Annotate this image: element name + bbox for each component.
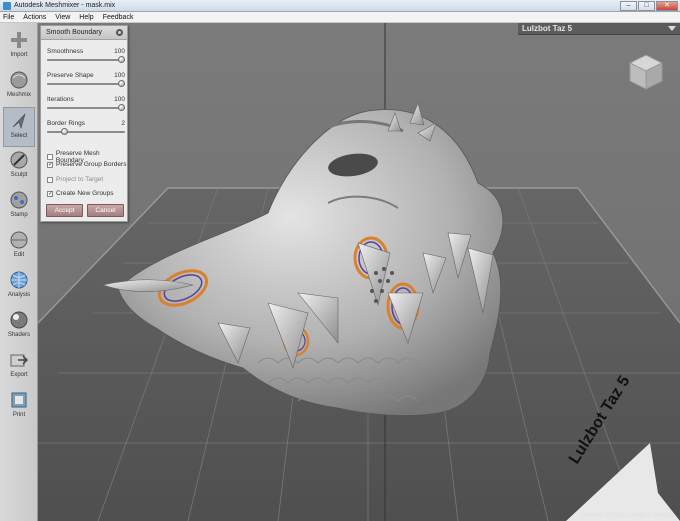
slider-value: 100 (114, 72, 125, 79)
slider-track[interactable] (47, 59, 125, 61)
left-toolbar: Import Meshmix Select Sculpt Stamp Edit … (0, 23, 38, 521)
slider-value: 100 (114, 48, 125, 55)
edit-sphere-icon (10, 231, 28, 249)
gear-icon[interactable] (116, 29, 123, 36)
checkbox-label: Create New Groups (56, 190, 114, 197)
checkbox-label: Project to Target (56, 176, 104, 183)
print-icon (11, 392, 27, 408)
tool-print[interactable]: Print (3, 387, 35, 427)
tool-analysis[interactable]: Analysis (3, 267, 35, 307)
tool-label: Meshmix (6, 92, 31, 98)
close-button[interactable]: ✕ (656, 1, 678, 11)
view-cube[interactable] (628, 54, 664, 90)
slider-track[interactable] (47, 83, 125, 85)
checkbox-box[interactable] (47, 154, 53, 160)
mesh-stats: vertices: 197020 triangles: 394036 (582, 513, 674, 519)
printer-selector[interactable]: Lulzbot Taz 5 (518, 23, 680, 35)
brush-icon (10, 151, 28, 169)
analysis-globe-icon (10, 271, 28, 289)
slider-label: Smoothness (47, 48, 84, 55)
checkbox-box[interactable]: ✓ (47, 161, 53, 168)
slider-knob[interactable] (118, 104, 125, 111)
slider-border-rings: Border Rings 2 (47, 120, 125, 135)
printer-name: Lulzbot Taz 5 (522, 24, 573, 33)
slider-iterations: Iterations 100 (47, 96, 125, 111)
meshmix-sphere-icon (10, 71, 28, 89)
slider-value: 2 (121, 120, 125, 127)
checkbox-label: Preserve Group Borders (56, 161, 127, 168)
slider-track[interactable] (47, 107, 125, 109)
title-bar: Autodesk Meshmixer - mask.mix – □ ✕ (0, 0, 680, 12)
tool-label: Shaders (7, 332, 31, 338)
window-title: Autodesk Meshmixer - mask.mix (14, 2, 116, 9)
tool-meshmix[interactable]: Meshmix (3, 67, 35, 107)
stamp-icon (10, 191, 28, 209)
slider-smoothness: Smoothness 100 (47, 48, 125, 63)
export-icon (10, 354, 29, 367)
tool-label: Stamp (10, 212, 28, 218)
panel-header: Smooth Boundary (41, 26, 127, 40)
checkbox-create-new-groups[interactable]: ✓ Create New Groups (47, 190, 113, 197)
slider-label: Border Rings (47, 120, 85, 127)
smooth-boundary-panel: Smooth Boundary Smoothness 100 Preserve … (40, 25, 128, 222)
slider-label: Preserve Shape (47, 72, 94, 79)
checkbox-box[interactable]: ✓ (47, 190, 53, 197)
plus-icon (11, 32, 27, 48)
tool-edit[interactable]: Edit (3, 227, 35, 267)
tool-shaders[interactable]: Shaders (3, 307, 35, 347)
shader-sphere-icon (10, 311, 28, 329)
maximize-button[interactable]: □ (638, 1, 655, 11)
slider-track[interactable] (47, 131, 125, 133)
checkbox-box[interactable] (47, 176, 53, 183)
tool-label: Import (10, 52, 28, 58)
checkbox-project-to-target[interactable]: Project to Target (47, 176, 103, 183)
menu-actions[interactable]: Actions (23, 14, 46, 21)
slider-preserve-shape: Preserve Shape 100 (47, 72, 125, 87)
meshmixer-app-icon (3, 1, 11, 10)
menu-help[interactable]: Help (79, 14, 93, 21)
tool-label: Export (10, 372, 28, 378)
tool-select[interactable]: Select (3, 107, 35, 147)
accept-button[interactable]: Accept (46, 204, 83, 217)
panel-title: Smooth Boundary (46, 29, 103, 36)
tool-stamp[interactable]: Stamp (3, 187, 35, 227)
arrow-cursor-icon (12, 113, 26, 130)
minimize-button[interactable]: – (620, 1, 637, 11)
tool-label: Edit (13, 252, 25, 258)
menu-view[interactable]: View (55, 14, 70, 21)
cancel-button[interactable]: Cancel (87, 204, 124, 217)
menu-file[interactable]: File (3, 14, 14, 21)
tool-sculpt[interactable]: Sculpt (3, 147, 35, 187)
tool-label: Sculpt (10, 172, 28, 178)
menu-bar: File Actions View Help Feedback (0, 12, 680, 23)
dropdown-arrow-icon[interactable] (668, 26, 676, 31)
tool-label: Select (10, 133, 28, 139)
checkbox-preserve-group-borders[interactable]: ✓ Preserve Group Borders (47, 161, 126, 168)
slider-knob[interactable] (61, 128, 69, 135)
slider-knob[interactable] (118, 80, 125, 87)
tool-export[interactable]: Export (3, 347, 35, 387)
slider-knob[interactable] (118, 56, 125, 63)
tool-label: Analysis (7, 292, 31, 298)
slider-label: Iterations (47, 96, 74, 103)
tool-label: Print (12, 412, 26, 418)
menu-feedback[interactable]: Feedback (103, 14, 134, 21)
tool-import[interactable]: Import (3, 27, 35, 67)
slider-value: 100 (114, 96, 125, 103)
